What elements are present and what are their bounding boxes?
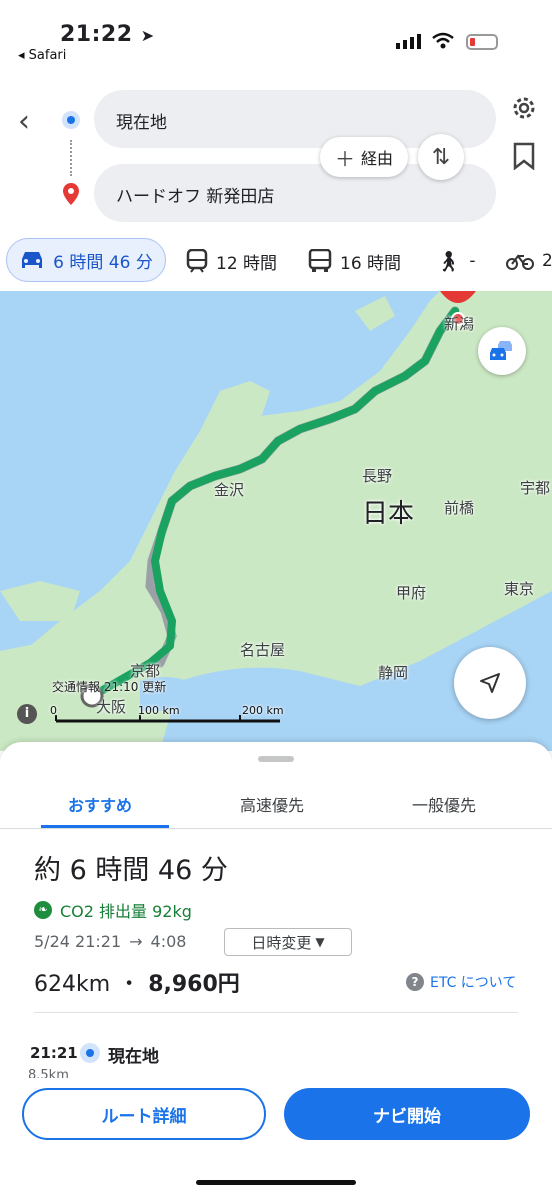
map-label-tokyo: 東京: [504, 580, 535, 598]
step-distance: 8.5km: [28, 1068, 69, 1078]
step-time: 21:21: [30, 1044, 78, 1062]
map-info-icon[interactable]: i: [17, 704, 37, 724]
map-label-nagano: 長野: [362, 467, 393, 485]
arrive-time: 4:08: [150, 932, 187, 951]
map-label-kofu: 甲府: [396, 584, 427, 602]
etc-info-link[interactable]: ? ETC について: [406, 972, 516, 992]
help-icon: ?: [406, 973, 424, 991]
train-icon: [186, 249, 208, 273]
settings-gear-icon[interactable]: [510, 94, 538, 122]
step-origin-dot-icon: [80, 1043, 100, 1063]
mode-bus-tab[interactable]: 16 時間: [308, 240, 401, 282]
mode-walk-tab[interactable]: 🚶︎ -: [436, 240, 476, 282]
trip-duration: 約 6 時間 46 分: [34, 855, 228, 886]
battery-icon: [466, 34, 498, 50]
route-map[interactable]: 新潟 長野 宇都 金沢 日本 前橋 甲府 東京 名古屋 京都 静岡 大阪 交通情…: [0, 291, 552, 751]
step-name: 現在地: [108, 1047, 159, 1067]
swap-icon: ⇅: [431, 144, 451, 170]
co2-row: ❧ CO2 排出量 92kg: [34, 898, 192, 922]
traffic-cars-icon: [490, 341, 512, 360]
home-indicator: [196, 1180, 356, 1185]
location-arrow-icon: ➤: [140, 26, 155, 45]
distance-fare-row: 624km ・ 8,960円: [34, 966, 240, 998]
walk-icon: 🚶︎: [436, 249, 462, 273]
destination-text: ハードオフ 新発田店: [116, 187, 275, 207]
wifi-icon: [432, 32, 454, 49]
scale-200: 200 km: [242, 704, 284, 717]
arrow-icon: →: [129, 932, 143, 951]
map-label-utsunomiya: 宇都: [520, 479, 551, 497]
map-label-kanazawa: 金沢: [214, 481, 245, 499]
map-label-niigata: 新潟: [444, 315, 475, 333]
mode-train-tab[interactable]: 12 時間: [186, 240, 277, 282]
bookmark-icon[interactable]: [513, 142, 535, 170]
route-detail-button[interactable]: ルート詳細: [22, 1088, 266, 1140]
route-connector: [70, 140, 74, 176]
origin-dot-icon: [62, 111, 80, 129]
tab-highway[interactable]: 高速優先: [240, 792, 304, 816]
tabs-divider: [0, 828, 552, 829]
leaf-icon: ❧: [34, 901, 52, 919]
swap-route-button[interactable]: ⇅: [418, 134, 464, 180]
tab-local-road[interactable]: 一般優先: [412, 792, 476, 816]
map-label-maebashi: 前橋: [444, 499, 475, 517]
add-via-button[interactable]: ＋ 経由: [320, 137, 408, 177]
bus-icon: [308, 249, 332, 272]
distance: 624km: [34, 972, 111, 997]
time-row: 5/24 21:21 → 4:08: [34, 932, 186, 951]
back-to-safari[interactable]: ◂ Safari: [18, 48, 66, 63]
mode-car-tab[interactable]: 6 時間 46 分: [6, 238, 166, 282]
scale-0: 0: [50, 704, 57, 717]
origin-text: 現在地: [116, 113, 167, 133]
scale-100: 100 km: [138, 704, 180, 717]
bicycle-icon: [506, 254, 534, 270]
status-time: 21:22 ➤: [60, 22, 155, 47]
dropdown-triangle-icon: ▼: [315, 935, 325, 949]
back-chevron-icon[interactable]: ‹: [18, 104, 30, 139]
destination-pin-icon: [63, 183, 79, 205]
sheet-drag-handle[interactable]: [258, 756, 294, 762]
navigation-arrow-icon: [480, 673, 500, 693]
map-label-osaka: 大阪: [96, 698, 127, 716]
change-time-button[interactable]: 日時変更 ▼: [224, 928, 352, 956]
plus-icon: ＋: [334, 146, 355, 171]
map-label-japan: 日本: [362, 499, 415, 529]
my-location-button[interactable]: [454, 647, 526, 719]
traffic-layer-button[interactable]: [478, 327, 526, 375]
mode-bike-tab[interactable]: 2: [506, 240, 552, 282]
map-label-nagoya: 名古屋: [240, 641, 286, 659]
start-navigation-button[interactable]: ナビ開始: [284, 1088, 530, 1140]
map-label-shizuoka: 静岡: [378, 664, 409, 682]
summary-divider: [34, 1012, 518, 1013]
signal-icon: [396, 34, 421, 49]
toll-fare: 8,960円: [148, 972, 240, 997]
depart-time: 5/24 21:21: [34, 932, 122, 951]
tab-recommended[interactable]: おすすめ: [68, 792, 132, 816]
traffic-info-text: 交通情報 21:10 更新: [52, 680, 167, 694]
car-icon: [22, 252, 43, 268]
